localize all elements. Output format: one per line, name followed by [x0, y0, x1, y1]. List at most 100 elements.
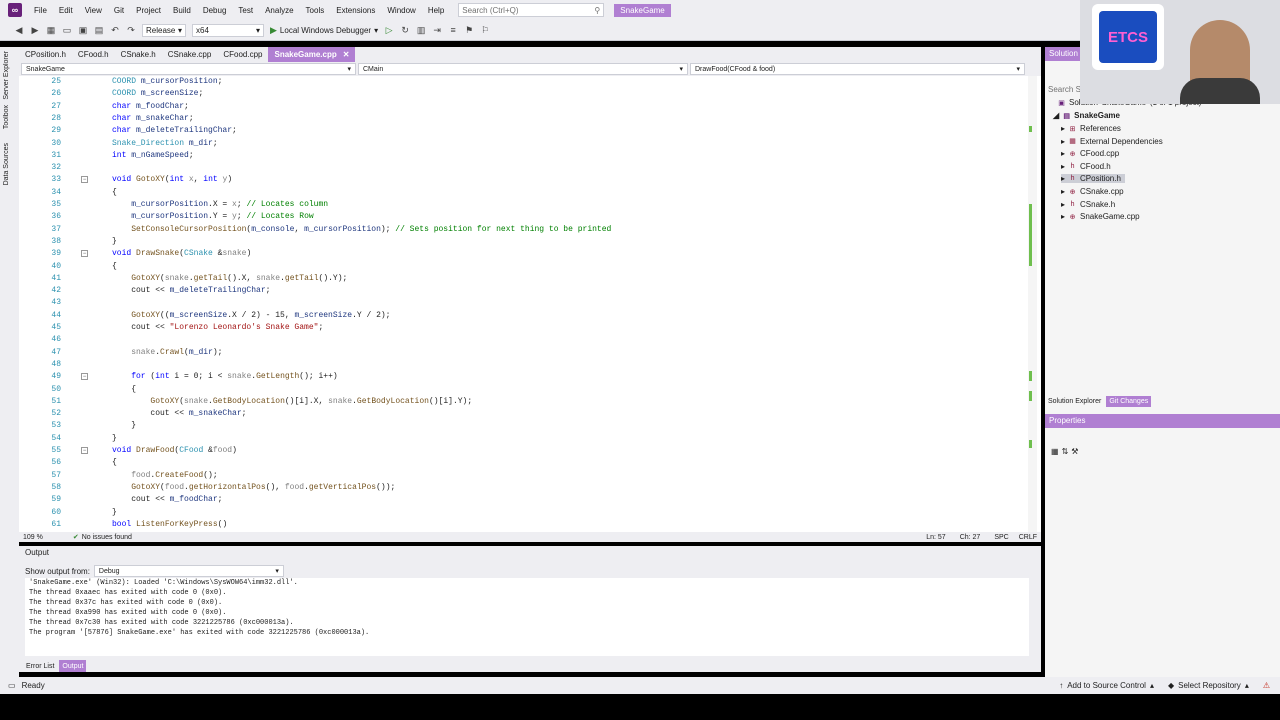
redo-icon[interactable]: ↷ — [126, 25, 136, 35]
run-debugger-button[interactable]: ▶ Local Windows Debugger ▾ — [270, 25, 378, 36]
menu-tools[interactable]: Tools — [300, 6, 331, 15]
code-line[interactable]: 45 cout << "Lorenzo Leonardo's Snake Gam… — [19, 322, 1019, 334]
toolbox-tab[interactable]: Toolbox — [3, 105, 10, 129]
code-line[interactable]: 34 { — [19, 187, 1019, 199]
menu-extensions[interactable]: Extensions — [330, 6, 381, 15]
tree-item[interactable]: ▸ ⊕ CSnake.cpp — [1061, 187, 1124, 196]
code-line[interactable]: 54} — [19, 433, 1019, 445]
tab-output[interactable]: Output — [59, 660, 87, 672]
code-line[interactable]: 42 cout << m_deleteTrailingChar; — [19, 285, 1019, 297]
forward-icon[interactable]: ▶ — [30, 25, 40, 35]
code-line[interactable]: 56 { — [19, 457, 1019, 469]
hot-reload-icon[interactable]: ↻ — [400, 25, 410, 35]
back-icon[interactable]: ◀ — [14, 25, 24, 35]
code-line[interactable]: 43 — [19, 297, 1019, 309]
server-explorer-tab[interactable]: Server Explorer — [3, 51, 10, 100]
visual-studio-logo-icon[interactable]: ∞ — [8, 3, 22, 17]
search-box[interactable]: Search (Ctrl+Q) ⚲ — [458, 3, 605, 17]
expand-icon[interactable]: ▸ — [1061, 187, 1065, 196]
platform-select[interactable]: x64 ▾ — [192, 23, 264, 37]
line-ending-indicator[interactable]: CRLF — [1019, 534, 1037, 541]
scope-dropdown[interactable]: CMain ▾ — [358, 63, 688, 75]
code-line[interactable]: 52 cout << m_snakeChar; — [19, 408, 1019, 420]
code-line[interactable]: 28 char m_snakeChar; — [19, 113, 1019, 125]
code-line[interactable]: 53 } — [19, 420, 1019, 432]
code-line[interactable]: 44 GotoXY((m_screenSize.X / 2) - 15, m_s… — [19, 310, 1019, 322]
code-line[interactable]: 27 char m_foodChar; — [19, 101, 1019, 113]
open-file-icon[interactable]: ▭ — [62, 25, 72, 35]
issues-status[interactable]: No issues found — [82, 534, 132, 541]
menu-edit[interactable]: Edit — [53, 6, 79, 15]
tab-cfood-cpp[interactable]: CFood.cpp — [217, 47, 268, 62]
code-line[interactable]: 29 char m_deleteTrailingChar; — [19, 125, 1019, 137]
code-line[interactable]: 60} — [19, 507, 1019, 519]
code-line[interactable]: 41 GotoXY(snake.getTail().X, snake.getTa… — [19, 273, 1019, 285]
tab-csnake-h[interactable]: CSnake.h — [115, 47, 162, 62]
tab-git-changes[interactable]: Git Changes — [1106, 396, 1152, 407]
wrench-icon[interactable]: ⚒ — [1071, 447, 1078, 456]
close-icon[interactable]: ✕ — [343, 50, 350, 59]
menu-view[interactable]: View — [79, 6, 108, 15]
tree-item[interactable]: ▸ ⊕ SnakeGame.cpp — [1061, 212, 1140, 221]
expand-icon[interactable]: ▸ — [1061, 200, 1065, 209]
add-to-source-control[interactable]: Add to Source Control — [1067, 681, 1146, 690]
code-line[interactable]: 59 cout << m_foodChar; — [19, 494, 1019, 506]
output-text[interactable]: 'SnakeGame.exe' (Win32): Loaded 'C:\Wind… — [25, 578, 1029, 656]
code-line[interactable]: 61 bool ListenForKeyPress() — [19, 519, 1019, 531]
zoom-level[interactable]: 109 % — [23, 534, 43, 541]
code-line[interactable]: 37 SetConsoleCursorPosition(m_console, m… — [19, 224, 1019, 236]
tree-item[interactable]: ▸ h CFood.h — [1061, 162, 1111, 171]
tree-item[interactable]: ▸ ▦ External Dependencies — [1061, 137, 1163, 146]
menu-file[interactable]: File — [28, 6, 53, 15]
code-line[interactable]: 32 — [19, 162, 1019, 174]
code-line[interactable]: 39 − void DrawSnake(CSnake &snake) — [19, 248, 1019, 260]
code-line[interactable]: 58 GotoXY(food.getHorizontalPos(), food.… — [19, 482, 1019, 494]
code-line[interactable]: 49 − for (int i = 0; i < snake.GetLength(… — [19, 371, 1019, 383]
step-icon[interactable]: ⇥ — [432, 25, 442, 35]
expand-icon[interactable]: ▸ — [1061, 162, 1065, 171]
code-line[interactable]: 38} — [19, 236, 1019, 248]
menu-build[interactable]: Build — [167, 6, 197, 15]
code-line[interactable]: 51 GotoXY(snake.GetBodyLocation()[i].X, … — [19, 396, 1019, 408]
menu-debug[interactable]: Debug — [197, 6, 233, 15]
expand-icon[interactable]: ▸ — [1061, 124, 1065, 133]
new-project-icon[interactable]: ▦ — [46, 25, 56, 35]
alphabetical-icon[interactable]: ⇅ — [1062, 447, 1069, 456]
whitespace-indicator[interactable]: SPC — [994, 534, 1008, 541]
save-icon[interactable]: ▣ — [78, 25, 88, 35]
code-line[interactable]: 57 food.CreateFood(); — [19, 470, 1019, 482]
tab-snakegame-cpp[interactable]: SnakeGame.cpp ✕ — [268, 47, 356, 62]
menu-window[interactable]: Window — [381, 6, 421, 15]
code-line[interactable]: 48 — [19, 359, 1019, 371]
code-line[interactable]: 35 m_cursorPosition.X = x; // Locates co… — [19, 199, 1019, 211]
notification-icon[interactable]: ⚠ — [1263, 681, 1270, 690]
member-dropdown[interactable]: DrawFood(CFood & food) ▾ — [690, 63, 1025, 75]
collapse-icon[interactable]: − — [81, 176, 88, 184]
menu-test[interactable]: Test — [232, 6, 259, 15]
tree-item[interactable]: ▸ ⊞ References — [1061, 124, 1121, 133]
code-line[interactable]: 26 COORD m_screenSize; — [19, 88, 1019, 100]
project-node[interactable]: ◢ ▤ SnakeGame — [1053, 111, 1120, 120]
tab-cposition-h[interactable]: CPosition.h — [19, 47, 72, 62]
code-line[interactable]: 31 int m_nGameSpeed; — [19, 150, 1019, 162]
solution-explorer-search[interactable]: Search S — [1048, 85, 1081, 94]
code-line[interactable]: 55 − void DrawFood(CFood &food) — [19, 445, 1019, 457]
select-repository[interactable]: Select Repository — [1178, 681, 1241, 690]
performance-icon[interactable]: ▥ — [416, 25, 426, 35]
code-line[interactable]: 33 − void GotoXY(int x, int y) — [19, 174, 1019, 186]
code-line[interactable]: 25 COORD m_cursorPosition; — [19, 76, 1019, 88]
bookmark-next-icon[interactable]: ⚐ — [480, 25, 490, 35]
code-line[interactable]: 40 { — [19, 261, 1019, 273]
menu-project[interactable]: Project — [130, 6, 167, 15]
comment-icon[interactable]: ≡ — [448, 25, 458, 35]
expand-icon[interactable]: ▸ — [1061, 149, 1065, 158]
code-line[interactable]: 47 snake.Crawl(m_dir); — [19, 347, 1019, 359]
configuration-select[interactable]: Release ▾ — [142, 23, 186, 37]
collapse-icon[interactable]: − — [81, 250, 88, 258]
code-line[interactable]: 46 — [19, 334, 1019, 346]
collapse-icon[interactable]: − — [81, 373, 88, 381]
output-source-dropdown[interactable]: Debug ▾ — [93, 565, 284, 577]
tab-csnake-cpp[interactable]: CSnake.cpp — [162, 47, 218, 62]
undo-icon[interactable]: ↶ — [110, 25, 120, 35]
project-dropdown[interactable]: SnakeGame ▾ — [21, 63, 356, 75]
